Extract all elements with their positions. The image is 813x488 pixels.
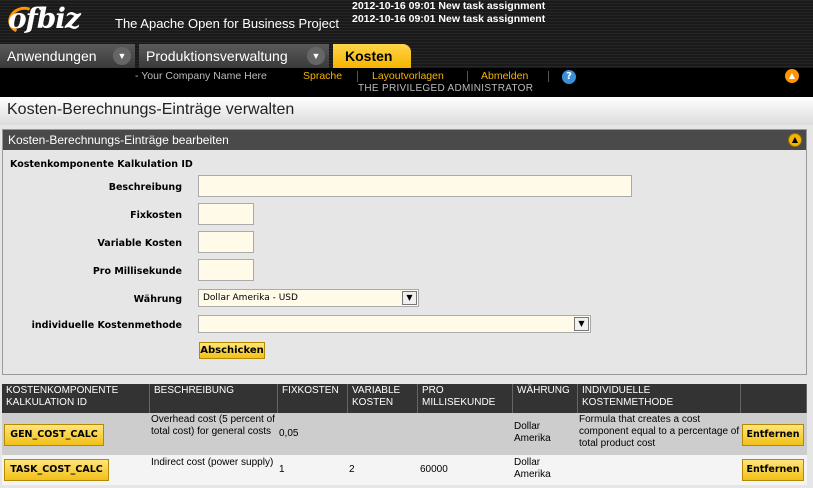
cell-description: Indirect cost (power supply)	[151, 457, 274, 468]
fixed-cost-input[interactable]	[198, 203, 254, 225]
collapse-up-icon[interactable]: ▲	[785, 69, 799, 83]
page-title: Kosten-Berechnungs-Einträge verwalten	[7, 101, 295, 118]
remove-button[interactable]: Entfernen	[742, 424, 804, 446]
column-header	[741, 384, 807, 413]
separator	[357, 71, 358, 82]
column-header[interactable]: KOSTENKOMPONENTE KALKULATION ID	[2, 384, 150, 413]
cell-fixed-cost: 0,05	[279, 428, 299, 439]
panel-title: Kosten-Berechnungs-Einträge bearbeiten	[8, 133, 229, 147]
logged-in-user: THE PRIVILEGED ADMINISTRATOR	[358, 83, 534, 94]
project-title: The Apache Open for Business Project	[115, 16, 340, 31]
company-name: - Your Company Name Here	[135, 70, 267, 82]
currency-label: Währung	[133, 294, 182, 305]
tab-produktionsverwaltung[interactable]: Produktionsverwaltung ▼	[139, 44, 329, 68]
cell-per-millisecond: 60000	[420, 464, 448, 475]
app-tabs: Anwendungen ▼ Produktionsverwaltung ▼ Ko…	[0, 44, 813, 68]
separator	[548, 71, 549, 82]
cost-method-label: individuelle Kostenmethode	[31, 320, 182, 331]
tab-label: Kosten	[345, 48, 393, 64]
description-label: Beschreibung	[108, 182, 182, 193]
description-input[interactable]	[198, 175, 632, 197]
help-icon[interactable]: ?	[562, 70, 576, 84]
column-header[interactable]: INDIVIDUELLE KOSTENMETHODE	[578, 384, 741, 413]
remove-button[interactable]: Entfernen	[742, 459, 804, 481]
currency-selected: Dollar Amerika - USD	[203, 293, 298, 303]
cell-cost-method: Formula that creates a cost component eq…	[579, 414, 740, 449]
column-header[interactable]: BESCHREIBUNG	[150, 384, 278, 413]
tab-label: Anwendungen	[7, 48, 97, 64]
column-header[interactable]: FIXKOSTEN	[278, 384, 348, 413]
cost-method-select[interactable]: ▼	[198, 315, 591, 333]
user-bar: - Your Company Name Here Sprache Layoutv…	[0, 68, 813, 97]
cell-currency: Dollar Amerika	[514, 421, 551, 444]
chevron-down-icon[interactable]: ▼	[402, 291, 417, 305]
notification-item[interactable]: 2012-10-16 09:01 New task assignment	[352, 13, 612, 26]
logout-link[interactable]: Abmelden	[481, 70, 528, 82]
row-id-link[interactable]: TASK_COST_CALC	[4, 459, 109, 481]
logo-text: ofbiz	[8, 2, 81, 35]
cell-fixed-cost: 1	[279, 464, 285, 475]
cell-currency: Dollar Amerika	[514, 457, 551, 480]
cell-variable-cost: 2	[349, 464, 355, 475]
column-header[interactable]: WÄHRUNG	[513, 384, 578, 413]
table-row: TASK_COST_CALC Indirect cost (power supp…	[2, 455, 807, 485]
currency-select[interactable]: Dollar Amerika - USD ▼	[198, 289, 419, 307]
notification-item[interactable]: 2012-10-16 09:01 New task assignment	[352, 0, 612, 13]
table-row: GEN_COST_CALC Overhead cost (5 percent o…	[2, 413, 807, 455]
ofbiz-logo[interactable]: ofbiz	[4, 2, 106, 39]
page-title-bar: Kosten-Berechnungs-Einträge verwalten	[0, 97, 813, 125]
variable-cost-label: Variable Kosten	[97, 238, 182, 249]
tab-label: Produktionsverwaltung	[146, 48, 288, 64]
column-header[interactable]: VARIABLE KOSTEN	[348, 384, 418, 413]
per-millisecond-input[interactable]	[198, 259, 254, 281]
panel-header: Kosten-Berechnungs-Einträge bearbeiten	[3, 130, 806, 150]
row-id-link[interactable]: GEN_COST_CALC	[4, 424, 104, 446]
tab-kosten[interactable]: Kosten	[333, 44, 411, 68]
language-link[interactable]: Sprache	[303, 70, 342, 82]
id-label: Kostenkomponente Kalkulation ID	[10, 159, 193, 170]
notifications-list: 2012-10-16 09:01 New task assignment 201…	[352, 0, 612, 26]
chevron-down-icon[interactable]: ▼	[574, 317, 589, 331]
separator	[467, 71, 468, 82]
chevron-down-icon[interactable]: ▼	[113, 47, 131, 65]
layouts-link[interactable]: Layoutvorlagen	[372, 70, 444, 82]
variable-cost-input[interactable]	[198, 231, 254, 253]
top-header: ofbiz The Apache Open for Business Proje…	[0, 0, 813, 68]
cell-description: Overhead cost (5 percent of total cost) …	[151, 414, 275, 437]
fixed-cost-label: Fixkosten	[130, 210, 182, 221]
tab-anwendungen[interactable]: Anwendungen ▼	[0, 44, 135, 68]
per-millisecond-label: Pro Millisekunde	[92, 266, 182, 277]
column-header[interactable]: PRO MILLISEKUNDE	[418, 384, 513, 413]
collapse-panel-icon[interactable]: ▲	[788, 133, 802, 147]
submit-button[interactable]: Abschicken	[199, 342, 265, 359]
edit-form-panel: Kosten-Berechnungs-Einträge bearbeiten ▲…	[2, 129, 807, 375]
chevron-down-icon[interactable]: ▼	[307, 47, 325, 65]
